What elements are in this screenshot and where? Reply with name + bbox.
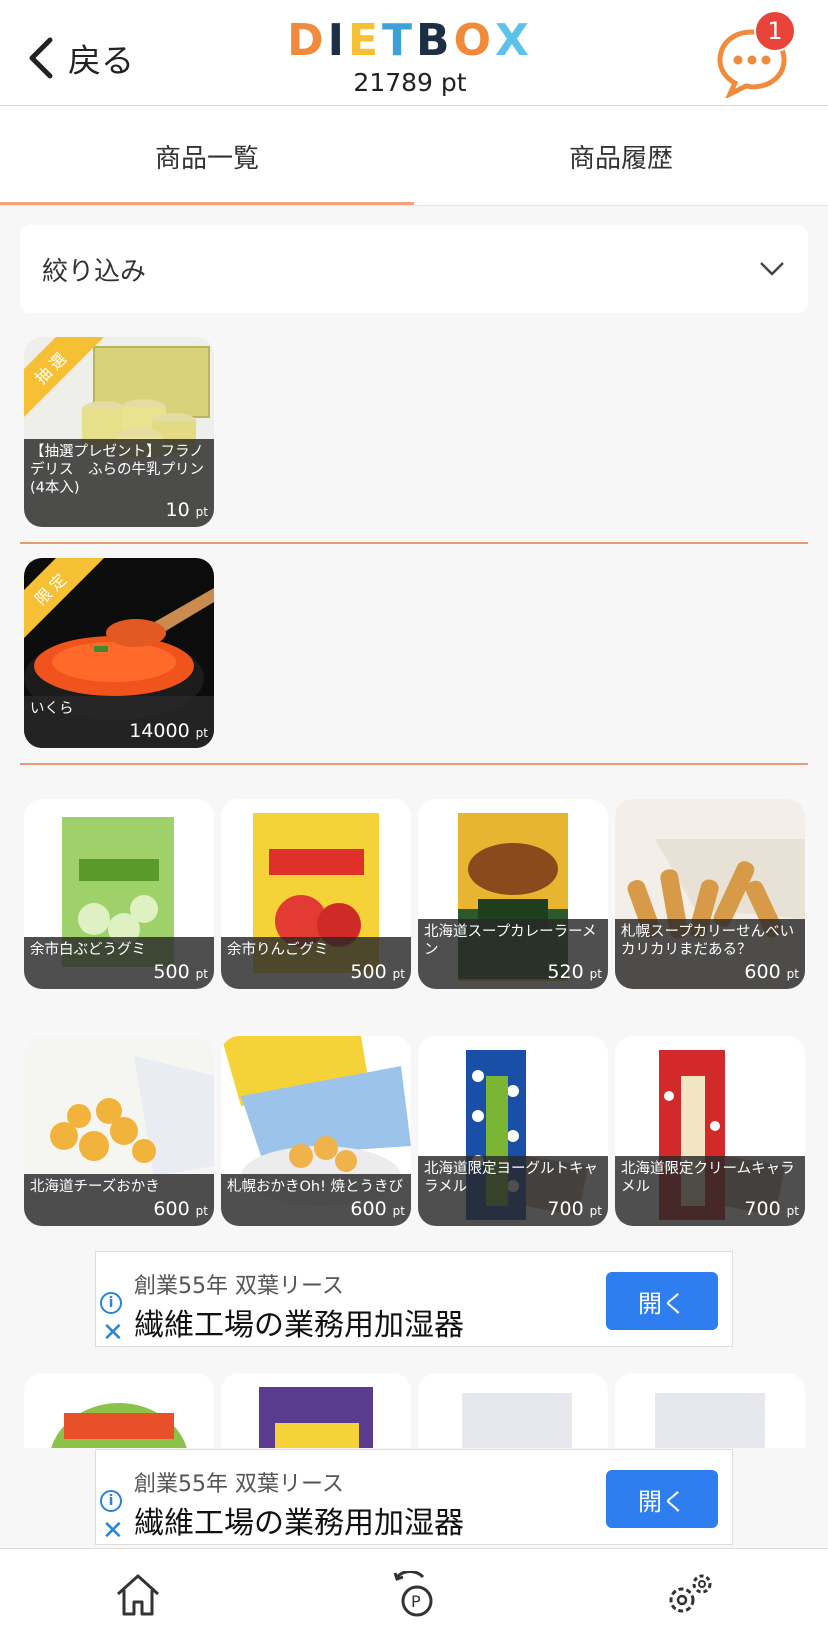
product-image	[24, 1373, 214, 1448]
tab-divider	[0, 205, 828, 206]
filter-dropdown[interactable]: 絞り込み	[20, 225, 808, 313]
bottom-nav: P	[0, 1548, 828, 1645]
section-divider	[20, 763, 808, 765]
product-card[interactable]	[221, 1373, 411, 1448]
product-price: 700 pt	[744, 1198, 799, 1220]
product-card[interactable]: 札幌おかきOh! 焼とうきび 600 pt	[221, 1036, 411, 1226]
product-row-partial	[0, 1370, 828, 1448]
product-card[interactable]	[24, 1373, 214, 1448]
product-name: 札幌おかきOh! 焼とうきび	[227, 1179, 404, 1195]
app-logo: DIETBOX	[287, 14, 533, 66]
section-divider	[20, 542, 808, 544]
ad-subtitle: 創業55年 双葉リース	[134, 1472, 344, 1497]
product-card[interactable]: 余市白ぶどうグミ 500 pt	[24, 799, 214, 989]
product-info-overlay: いくら 14000 pt	[24, 696, 214, 748]
product-price: 500 pt	[153, 961, 208, 983]
product-card[interactable]: 北海道限定ヨーグルトキャラメル 700 pt	[418, 1036, 608, 1226]
product-name: 北海道限定クリームキャラメル	[621, 1161, 795, 1195]
product-name: 札幌スープカリーせんべいカリカリまだある？	[621, 924, 795, 958]
product-price: 600 pt	[744, 961, 799, 983]
product-card[interactable]: 北海道限定クリームキャラメル 700 pt	[615, 1036, 805, 1226]
product-price: 700 pt	[547, 1198, 602, 1220]
product-price: 600 pt	[350, 1198, 405, 1220]
info-icon[interactable]: i	[100, 1490, 122, 1512]
product-card-limited[interactable]: 限定 いくら 14000 pt	[24, 558, 214, 748]
info-icon[interactable]: i	[100, 1292, 122, 1314]
close-icon[interactable]: ✕	[102, 1318, 124, 1348]
ad-title: 繊維工場の業務用加湿器	[134, 1308, 464, 1343]
home-icon[interactable]	[114, 1572, 162, 1622]
product-name: 北海道限定ヨーグルトキャラメル	[424, 1161, 598, 1195]
tab-product-list[interactable]: 商品一覧	[0, 106, 414, 206]
product-card[interactable]: 北海道チーズおかき 600 pt	[24, 1036, 214, 1226]
product-price: 14000 pt	[129, 720, 208, 742]
product-image	[221, 1373, 411, 1448]
product-card[interactable]: 余市りんごグミ 500 pt	[221, 799, 411, 989]
product-name: 北海道スープカレーラーメン	[424, 924, 597, 958]
settings-icon[interactable]	[664, 1572, 714, 1622]
product-name: 【抽選プレゼント】フラノデリス ふらの牛乳プリン(4本入)	[30, 444, 204, 496]
close-icon[interactable]: ✕	[102, 1516, 124, 1546]
product-card[interactable]	[615, 1373, 805, 1448]
svg-text:P: P	[411, 1592, 421, 1611]
product-image	[615, 1373, 805, 1448]
product-card[interactable]: 札幌スープカリーせんべいカリカリまだある？ 600 pt	[615, 799, 805, 989]
product-card[interactable]: 北海道スープカレーラーメン 520 pt	[418, 799, 608, 989]
tab-product-history[interactable]: 商品履歴	[414, 106, 828, 206]
product-name: 余市りんごグミ	[227, 942, 329, 958]
ad-banner[interactable]: i ✕ 創業55年 双葉リース 繊維工場の業務用加湿器 開く	[95, 1449, 733, 1546]
product-name: いくら	[30, 701, 74, 717]
tab-bar: 商品一覧 商品履歴	[0, 106, 828, 206]
product-info-overlay: 【抽選プレゼント】フラノデリス ふらの牛乳プリン(4本入) 10 pt	[24, 439, 214, 527]
chevron-left-icon	[29, 37, 53, 79]
ad-title: 繊維工場の業務用加湿器	[134, 1506, 464, 1541]
ad-open-button[interactable]: 開く	[606, 1470, 718, 1528]
filter-label: 絞り込み	[42, 256, 147, 287]
product-card[interactable]	[418, 1373, 608, 1448]
product-name: 余市白ぶどうグミ	[30, 942, 146, 958]
back-button[interactable]: 戻る	[26, 34, 134, 82]
ad-banner[interactable]: i ✕ 創業55年 双葉リース 繊維工場の業務用加湿器 開く	[95, 1251, 733, 1348]
points-balance: 21789 pt	[353, 68, 467, 97]
ad-subtitle: 創業55年 双葉リース	[134, 1274, 344, 1299]
product-price: 10 pt	[165, 499, 208, 521]
product-name: 北海道チーズおかき	[30, 1179, 160, 1195]
product-price: 520 pt	[547, 961, 602, 983]
product-card-lottery[interactable]: 抽選 【抽選プレゼント】フラノデリス ふらの牛乳プリン(4本入) 10 pt	[24, 337, 214, 527]
back-label: 戻る	[68, 41, 134, 80]
product-price: 500 pt	[350, 961, 405, 983]
point-history-icon[interactable]: P	[389, 1570, 437, 1623]
product-price: 600 pt	[153, 1198, 208, 1220]
app-header: 戻る DIETBOX 21789 pt 1	[0, 0, 828, 106]
notification-badge: 1	[754, 10, 796, 52]
product-image	[418, 1373, 608, 1448]
chevron-down-icon	[760, 262, 784, 276]
ad-open-button[interactable]: 開く	[606, 1272, 718, 1330]
